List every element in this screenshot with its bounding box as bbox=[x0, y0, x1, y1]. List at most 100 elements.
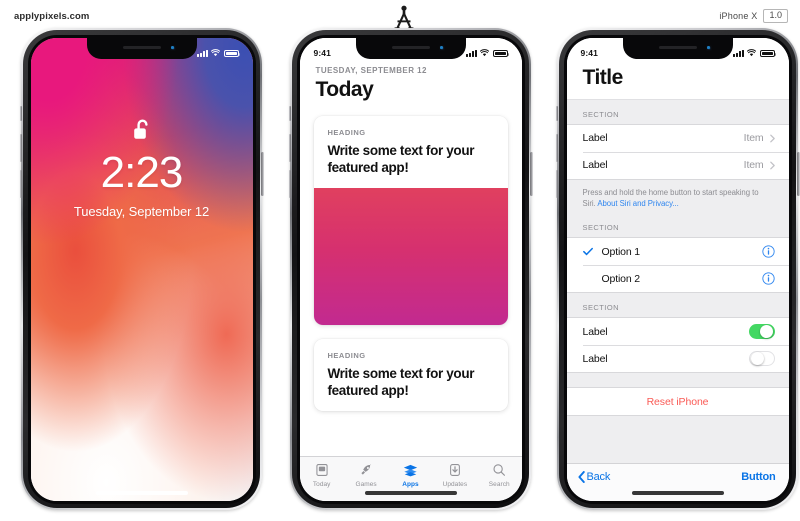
volume-down-button[interactable] bbox=[555, 170, 558, 198]
toolbar-action-button[interactable]: Button bbox=[741, 471, 775, 483]
today-date-label: TUESDAY, SEPTEMBER 12 bbox=[315, 65, 427, 75]
rocket-icon bbox=[359, 462, 373, 479]
featured-card[interactable]: HEADING Write some text for your feature… bbox=[313, 115, 508, 325]
settings-app: 9:41 Title SECTION Label Item Label Item… bbox=[566, 37, 789, 501]
wallpaper bbox=[30, 37, 253, 501]
device-version-badge: 1.0 bbox=[763, 9, 788, 23]
phone-today-screen: 9:41 TUESDAY, SEPTEMBER 12 Today HEADING… bbox=[288, 28, 533, 510]
tab-updates[interactable]: Updates bbox=[435, 462, 475, 488]
volume-up-button[interactable] bbox=[19, 134, 22, 162]
silent-switch-button[interactable] bbox=[19, 106, 22, 121]
destructive-group: Reset iPhone bbox=[566, 387, 789, 417]
silent-switch-button[interactable] bbox=[555, 106, 558, 121]
section-header-3: SECTION bbox=[582, 303, 619, 313]
featured-card-heading: HEADING bbox=[327, 350, 366, 360]
settings-screen-display: 9:41 Title SECTION Label Item Label Item… bbox=[566, 37, 789, 501]
page-title: Today bbox=[315, 77, 374, 101]
notch bbox=[355, 37, 466, 59]
device-meta: iPhone X 1.0 bbox=[719, 9, 788, 23]
section-header-2: SECTION bbox=[582, 223, 619, 233]
lock-screen-display: 2:23 Tuesday, September 12 bbox=[30, 37, 253, 501]
battery-full-icon bbox=[759, 49, 777, 57]
battery-full-icon bbox=[492, 49, 510, 57]
earpiece-speaker-icon bbox=[391, 45, 430, 49]
tab-today[interactable]: Today bbox=[302, 462, 342, 488]
today-card-list[interactable]: HEADING Write some text for your feature… bbox=[299, 109, 522, 456]
wifi-icon bbox=[211, 49, 220, 57]
volume-down-button[interactable] bbox=[19, 170, 22, 198]
earpiece-speaker-icon bbox=[658, 45, 697, 49]
section-footer-1: Press and hold the home button to start … bbox=[567, 180, 789, 214]
chevron-left-icon bbox=[577, 470, 585, 483]
featured-card-title: Write some text for your featured app! bbox=[327, 365, 475, 398]
toggle-knob bbox=[750, 352, 764, 366]
featured-card[interactable]: HEADING Write some text for your feature… bbox=[313, 338, 508, 411]
side-power-button[interactable] bbox=[530, 152, 533, 196]
row-value: Item bbox=[743, 132, 764, 144]
section-header-1: SECTION bbox=[582, 109, 619, 119]
section-group-2: Option 1 Option 2 bbox=[566, 237, 789, 294]
apps-stack-icon bbox=[403, 462, 418, 479]
row-label: Label bbox=[582, 159, 608, 171]
section-group-1: Label Item Label Item bbox=[566, 123, 789, 180]
info-circle-icon[interactable] bbox=[761, 272, 775, 285]
page-title: Title bbox=[582, 65, 624, 89]
front-camera-icon bbox=[170, 45, 176, 51]
settings-row[interactable]: Label Item bbox=[566, 124, 789, 152]
option-row[interactable]: Option 1 bbox=[566, 238, 789, 266]
info-circle-icon[interactable] bbox=[761, 245, 775, 258]
cellular-signal-icon bbox=[196, 49, 208, 57]
tab-label: Today bbox=[312, 480, 331, 488]
featured-card-title: Write some text for your featured app! bbox=[327, 142, 475, 175]
featured-card-text: HEADING Write some text for your feature… bbox=[314, 116, 508, 188]
tab-apps[interactable]: Apps bbox=[390, 462, 430, 488]
front-camera-icon bbox=[706, 45, 712, 51]
featured-card-text: HEADING Write some text for your feature… bbox=[314, 339, 508, 411]
tab-label: Apps bbox=[402, 480, 419, 488]
settings-row[interactable]: Label Item bbox=[566, 151, 789, 179]
toggle-row[interactable]: Label bbox=[566, 318, 789, 346]
today-screen-display: 9:41 TUESDAY, SEPTEMBER 12 Today HEADING… bbox=[299, 37, 522, 501]
status-icons bbox=[465, 44, 510, 57]
siri-privacy-link[interactable]: About Siri and Privacy... bbox=[597, 199, 678, 208]
home-indicator[interactable] bbox=[631, 490, 724, 495]
side-power-button[interactable] bbox=[797, 152, 800, 196]
silent-switch-button[interactable] bbox=[288, 106, 291, 121]
tab-search[interactable]: Search bbox=[479, 462, 519, 488]
today-document-icon bbox=[315, 462, 329, 479]
option-row[interactable]: Option 2 bbox=[566, 265, 789, 293]
status-time: 9:41 bbox=[580, 48, 598, 58]
lock-date: Tuesday, September 12 bbox=[73, 203, 210, 219]
cellular-signal-icon bbox=[732, 49, 744, 57]
featured-card-heading: HEADING bbox=[327, 127, 366, 137]
device-name-label: iPhone X bbox=[719, 11, 758, 21]
checkmark-icon bbox=[582, 247, 596, 256]
status-icons bbox=[732, 44, 777, 57]
tab-label: Search bbox=[488, 480, 510, 488]
toggle-switch-off[interactable] bbox=[748, 350, 775, 367]
tab-label: Games bbox=[355, 480, 377, 488]
volume-up-button[interactable] bbox=[288, 134, 291, 162]
today-app: 9:41 TUESDAY, SEPTEMBER 12 Today HEADING… bbox=[299, 37, 522, 501]
home-indicator[interactable] bbox=[364, 490, 457, 495]
toggle-row[interactable]: Label bbox=[566, 345, 789, 373]
toggle-switch-on[interactable] bbox=[748, 323, 775, 340]
home-indicator[interactable] bbox=[95, 490, 188, 495]
row-label: Label bbox=[582, 325, 608, 338]
row-label: Label bbox=[582, 132, 608, 144]
back-button[interactable]: Back bbox=[577, 470, 610, 483]
cellular-signal-icon bbox=[465, 49, 477, 57]
volume-down-button[interactable] bbox=[288, 170, 291, 198]
wifi-icon bbox=[480, 49, 489, 57]
search-icon bbox=[492, 462, 506, 479]
settings-list[interactable]: SECTION Label Item Label Item Press and … bbox=[566, 100, 789, 463]
side-power-button[interactable] bbox=[261, 152, 264, 196]
brand-label: applypixels.com bbox=[14, 11, 90, 22]
phone-settings-screen: 9:41 Title SECTION Label Item Label Item… bbox=[555, 28, 800, 510]
reset-iphone-button[interactable]: Reset iPhone bbox=[567, 388, 789, 415]
tab-games[interactable]: Games bbox=[346, 462, 386, 488]
battery-full-icon bbox=[223, 49, 241, 57]
toggle-knob bbox=[760, 325, 774, 339]
volume-up-button[interactable] bbox=[555, 134, 558, 162]
